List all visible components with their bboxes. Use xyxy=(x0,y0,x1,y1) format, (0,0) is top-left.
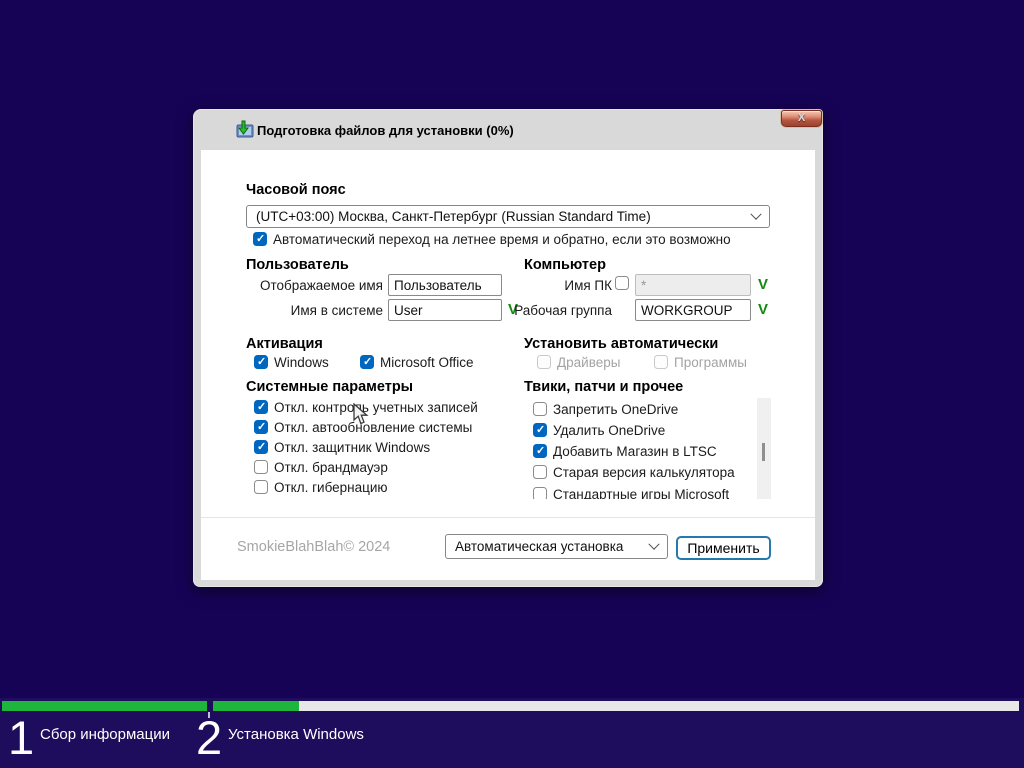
step1-label: Сбор информации xyxy=(40,726,170,743)
step2-progress-fill xyxy=(213,701,299,711)
installer-dialog: Подготовка файлов для установки (0%) X Ч… xyxy=(193,109,823,587)
auto-install-drivers-row: Драйверы xyxy=(537,354,620,370)
timezone-header: Часовой пояс xyxy=(246,182,346,198)
activation-office-label: Microsoft Office xyxy=(380,355,474,370)
close-icon: X xyxy=(798,112,805,124)
tweaks-list: Запретить OneDrive Удалить OneDrive Доба… xyxy=(527,397,755,499)
step2-number: 2 xyxy=(196,714,222,761)
tweak-row[interactable]: Стандартные игры Microsoft xyxy=(533,486,729,499)
dialog-title: Подготовка файлов для установки (0%) xyxy=(257,123,514,138)
sys-hibernation-label: Откл. гибернацию xyxy=(274,480,388,495)
sys-hibernation-checkbox[interactable] xyxy=(254,480,268,494)
tweak-ms-games-checkbox[interactable] xyxy=(533,487,547,499)
activation-office-row[interactable]: Microsoft Office xyxy=(360,354,474,370)
copyright-text: SmokieBlahBlah© 2024 xyxy=(237,539,390,555)
pc-name-checkbox[interactable] xyxy=(615,276,629,290)
dialog-titlebar[interactable]: Подготовка файлов для установки (0%) X xyxy=(193,109,823,150)
sys-firewall-label: Откл. брандмауэр xyxy=(274,460,388,475)
tweak-block-onedrive-checkbox[interactable] xyxy=(533,402,547,416)
sys-param-row[interactable]: Откл. гибернацию xyxy=(254,479,388,495)
tweaks-header: Твики, патчи и прочее xyxy=(524,379,683,395)
sys-defender-checkbox[interactable] xyxy=(254,440,268,454)
activation-windows-checkbox[interactable] xyxy=(254,355,268,369)
tweak-row[interactable]: Старая версия калькулятора xyxy=(533,464,735,480)
timezone-selected-value: (UTC+03:00) Москва, Санкт-Петербург (Rus… xyxy=(256,209,651,224)
step2-progress-track xyxy=(213,701,1019,711)
sys-param-row[interactable]: Откл. защитник Windows xyxy=(254,439,430,455)
setup-steps-bar: 1 Сбор информации 2 Установка Windows xyxy=(0,698,1024,768)
tweak-store-ltsc-label: Добавить Магазин в LTSC xyxy=(553,444,717,459)
display-name-label: Отображаемое имя xyxy=(229,278,383,293)
footer-divider xyxy=(201,517,815,518)
timezone-select[interactable]: (UTC+03:00) Москва, Санкт-Петербург (Rus… xyxy=(246,205,770,228)
workgroup-valid-mark: V xyxy=(758,301,768,318)
tweak-old-calculator-label: Старая версия калькулятора xyxy=(553,465,735,480)
dst-checkbox-row[interactable]: Автоматический переход на летнее время и… xyxy=(253,231,731,247)
tweak-ms-games-label: Стандартные игры Microsoft xyxy=(553,487,729,500)
sys-uac-label: Откл. контроль учетных записей xyxy=(274,400,478,415)
sys-firewall-checkbox[interactable] xyxy=(254,460,268,474)
auto-install-programs-checkbox xyxy=(654,355,668,369)
tweak-remove-onedrive-label: Удалить OneDrive xyxy=(553,423,665,438)
tweak-row[interactable]: Запретить OneDrive xyxy=(533,401,678,417)
auto-install-header: Установить автоматически xyxy=(524,336,718,352)
pc-name-label: Имя ПК xyxy=(464,278,612,293)
activation-windows-row[interactable]: Windows xyxy=(254,354,329,370)
auto-install-programs-label: Программы xyxy=(674,355,747,370)
apply-button[interactable]: Применить xyxy=(676,536,771,560)
auto-install-drivers-checkbox xyxy=(537,355,551,369)
tweaks-scrollbar-track[interactable] xyxy=(757,398,771,499)
pc-name-valid-mark: V xyxy=(758,276,768,293)
dst-checkbox[interactable] xyxy=(253,232,267,246)
tweak-row[interactable]: Удалить OneDrive xyxy=(533,422,665,438)
sys-defender-label: Откл. защитник Windows xyxy=(274,440,430,455)
dst-checkbox-label: Автоматический переход на летнее время и… xyxy=(273,232,731,247)
activation-office-checkbox[interactable] xyxy=(360,355,374,369)
sys-update-checkbox[interactable] xyxy=(254,420,268,434)
auto-install-programs-row: Программы xyxy=(654,354,747,370)
computer-header: Компьютер xyxy=(524,257,606,273)
install-mode-selected-value: Автоматическая установка xyxy=(455,539,623,554)
system-name-label: Имя в системе xyxy=(229,303,383,318)
step1-progress-fill xyxy=(2,701,207,711)
user-header: Пользователь xyxy=(246,257,349,273)
step1-number: 1 xyxy=(8,714,34,761)
tweak-remove-onedrive-checkbox[interactable] xyxy=(533,423,547,437)
workgroup-label: Рабочая группа xyxy=(464,303,612,318)
tweak-row[interactable]: Добавить Магазин в LTSC xyxy=(533,443,717,459)
workgroup-input[interactable] xyxy=(635,299,751,321)
activation-windows-label: Windows xyxy=(274,355,329,370)
chevron-down-icon xyxy=(750,208,761,219)
installer-download-icon xyxy=(233,120,255,140)
tweak-store-ltsc-checkbox[interactable] xyxy=(533,444,547,458)
step1-progress-track xyxy=(2,701,207,711)
install-mode-select[interactable]: Автоматическая установка xyxy=(445,534,668,559)
close-button[interactable]: X xyxy=(781,110,822,127)
activation-header: Активация xyxy=(246,336,323,352)
step2-label: Установка Windows xyxy=(228,726,364,743)
sys-uac-checkbox[interactable] xyxy=(254,400,268,414)
tweaks-scrollbar-thumb[interactable] xyxy=(762,443,765,461)
system-params-header: Системные параметры xyxy=(246,379,413,395)
sys-update-label: Откл. автообновление системы xyxy=(274,420,472,435)
tweak-old-calculator-checkbox[interactable] xyxy=(533,465,547,479)
sys-param-row[interactable]: Откл. брандмауэр xyxy=(254,459,388,475)
dialog-client-area: Часовой пояс (UTC+03:00) Москва, Санкт-П… xyxy=(201,150,815,580)
setup-background: Подготовка файлов для установки (0%) X Ч… xyxy=(0,0,1024,768)
chevron-down-icon xyxy=(648,538,659,549)
auto-install-drivers-label: Драйверы xyxy=(557,355,620,370)
pc-name-input xyxy=(635,274,751,296)
mouse-cursor-icon xyxy=(352,403,369,426)
tweak-block-onedrive-label: Запретить OneDrive xyxy=(553,402,678,417)
